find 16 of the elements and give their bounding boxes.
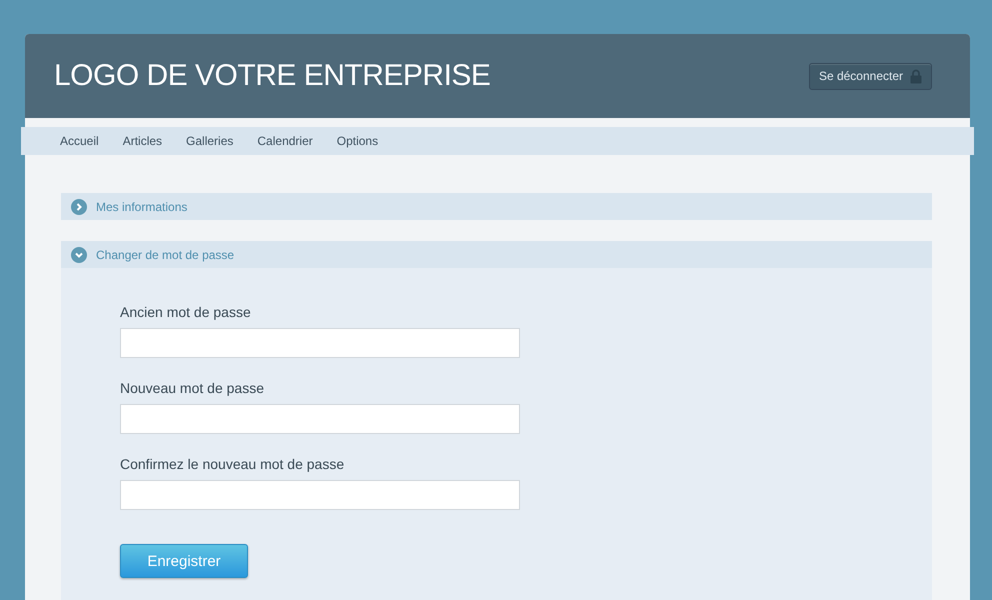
field-label: Nouveau mot de passe — [120, 380, 265, 396]
nav-link[interactable]: Articles — [122, 134, 162, 148]
nav-link[interactable]: Galleries — [186, 134, 234, 148]
logout-button[interactable]: Se déconnecter — [808, 62, 932, 90]
field-label: Confirmez le nouveau mot de passe — [120, 456, 346, 472]
password-field[interactable] — [120, 480, 520, 510]
nav-link[interactable]: Accueil — [60, 134, 99, 148]
nav-link[interactable]: Calendrier — [257, 134, 313, 148]
field-label: Ancien mot de passe — [120, 304, 252, 320]
lock-icon — [910, 68, 922, 84]
password-field[interactable] — [120, 404, 520, 434]
chevron-right-icon — [71, 198, 87, 214]
logo-text: LOGO DE VOTRE ENTREPRISE — [54, 59, 490, 93]
nav-link[interactable]: Options — [336, 134, 378, 148]
chevron-down-icon — [71, 246, 87, 262]
password-field[interactable] — [120, 328, 520, 358]
